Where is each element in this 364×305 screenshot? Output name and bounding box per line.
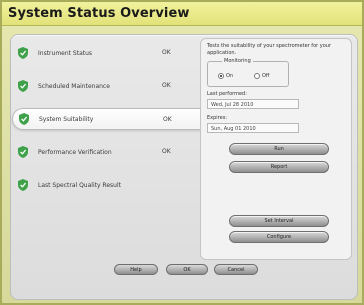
shield-check-icon — [18, 80, 28, 92]
list-item-status: OK — [162, 148, 171, 155]
list-item-label: Performance Verification — [38, 148, 112, 156]
expires-label: Expires: — [207, 115, 227, 121]
monitoring-label: Monitoring — [222, 58, 253, 64]
list-item-label: Last Spectral Quality Result — [38, 181, 121, 189]
title-bar[interactable]: System Status Overview — [2, 2, 362, 26]
set-interval-button[interactable]: Set Interval — [229, 215, 329, 227]
list-item-system-suitability[interactable]: System Suitability OK — [12, 108, 210, 130]
list-item-instrument-status[interactable]: Instrument Status OK — [12, 42, 197, 64]
shield-check-icon — [18, 146, 28, 158]
shield-check-icon — [18, 47, 28, 59]
configure-button[interactable]: Configure — [229, 231, 329, 243]
monitoring-on-radio[interactable]: On — [218, 73, 233, 79]
list-item-performance-verification[interactable]: Performance Verification OK — [12, 141, 197, 163]
dialog-window: System Status Overview Instrument Status… — [0, 0, 364, 305]
ok-button[interactable]: OK — [166, 264, 208, 275]
help-button[interactable]: Help — [114, 264, 158, 275]
status-list: Instrument Status OK Scheduled Maintenan… — [12, 42, 210, 207]
monitoring-off-radio[interactable]: Off — [254, 73, 269, 79]
report-button[interactable]: Report — [229, 161, 329, 173]
list-item-status: OK — [163, 116, 172, 123]
expires-field: Sun, Aug 01 2010 — [207, 123, 299, 133]
list-item-scheduled-maintenance[interactable]: Scheduled Maintenance OK — [12, 75, 197, 97]
list-item-status: OK — [162, 49, 171, 56]
panel-description: Tests the suitability of your spectromet… — [207, 43, 332, 56]
cancel-button[interactable]: Cancel — [214, 264, 258, 275]
radio-off-label: Off — [262, 73, 270, 79]
shield-check-icon — [19, 113, 29, 125]
details-panel: Tests the suitability of your spectromet… — [200, 38, 352, 260]
radio-checked-icon — [218, 73, 224, 79]
run-button[interactable]: Run — [229, 143, 329, 155]
last-performed-field: Wed, Jul 28 2010 — [207, 99, 299, 109]
last-performed-label: Last performed: — [207, 91, 247, 97]
shield-check-icon — [18, 179, 28, 191]
monitoring-group: Monitoring On Off — [207, 58, 289, 87]
list-item-last-spectral-quality[interactable]: Last Spectral Quality Result — [12, 174, 197, 196]
list-item-status: OK — [162, 82, 171, 89]
list-item-label: Instrument Status — [38, 49, 93, 57]
radio-on-label: On — [226, 73, 234, 79]
list-item-label: Scheduled Maintenance — [38, 82, 110, 90]
window-title: System Status Overview — [8, 6, 190, 21]
radio-unchecked-icon — [254, 73, 260, 79]
list-item-label: System Suitability — [39, 115, 94, 123]
